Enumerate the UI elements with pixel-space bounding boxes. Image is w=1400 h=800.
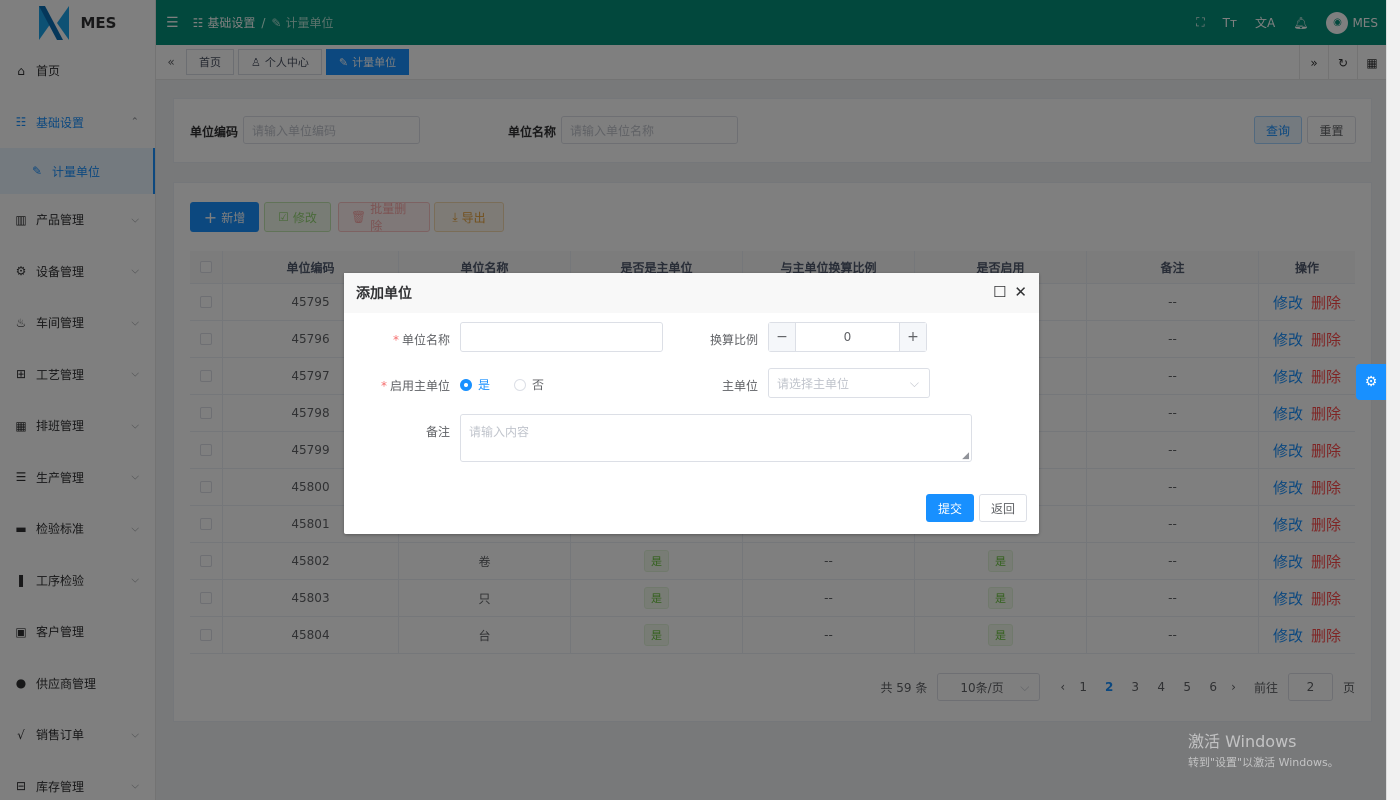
gear-icon: ⚙ (1364, 374, 1378, 390)
radio-yes[interactable]: 是 (460, 376, 490, 393)
chevron-down-icon: ⌵ (909, 375, 919, 390)
radio-no[interactable]: 否 (514, 376, 544, 393)
ratio-label: 换算比例 (709, 333, 758, 347)
unit-name-label: * 单位名称 (392, 333, 450, 347)
page-scrollbar[interactable] (1386, 0, 1400, 800)
back-button[interactable]: 返回 (979, 494, 1027, 522)
radio-checked-icon (460, 378, 472, 391)
remark-label: 备注 (425, 425, 450, 439)
remark-textarea[interactable]: 请输入内容 ◢ (460, 414, 972, 462)
radio-unchecked-icon (514, 378, 526, 391)
enable-main-label: * 启用主单位 (380, 379, 450, 393)
settings-drawer-button[interactable]: ⚙ (1356, 364, 1386, 400)
close-icon[interactable]: ✕ (1014, 283, 1027, 301)
minus-icon[interactable]: − (769, 323, 796, 351)
submit-button[interactable]: 提交 (926, 494, 974, 522)
main-unit-select[interactable]: 请选择主单位 ⌵ (768, 368, 930, 398)
watermark-title: 激活 Windows (1188, 732, 1297, 751)
dialog-header: 添加单位 (344, 273, 1039, 313)
dialog-title: 添加单位 (356, 286, 412, 302)
ratio-value[interactable]: 0 (796, 323, 899, 351)
remark-placeholder: 请输入内容 (469, 425, 530, 439)
maximize-icon[interactable]: ☐ (993, 283, 1006, 301)
add-unit-dialog: 添加单位 ☐ ✕ * 单位名称 换算比例 − 0 + * 启用主单位 是 否 主单位… (344, 273, 1039, 534)
radio-yes-label: 是 (478, 378, 491, 392)
windows-activation-watermark: 激活 Windows 转到"设置"以激活 Windows。 (1188, 728, 1339, 770)
unit-name-input[interactable] (460, 322, 663, 352)
enable-main-label-text: 启用主单位 (389, 379, 450, 393)
main-unit-placeholder: 请选择主单位 (777, 376, 850, 391)
plus-icon[interactable]: + (899, 323, 926, 351)
radio-no-label: 否 (532, 378, 545, 392)
resize-handle-icon[interactable]: ◢ (962, 451, 969, 461)
main-unit-label: 主单位 (721, 379, 758, 393)
dialog-header-actions: ☐ ✕ (993, 283, 1027, 301)
unit-name-label-text: 单位名称 (401, 333, 450, 347)
ratio-stepper[interactable]: − 0 + (768, 322, 927, 352)
watermark-subtitle: 转到"设置"以激活 Windows。 (1188, 756, 1339, 769)
